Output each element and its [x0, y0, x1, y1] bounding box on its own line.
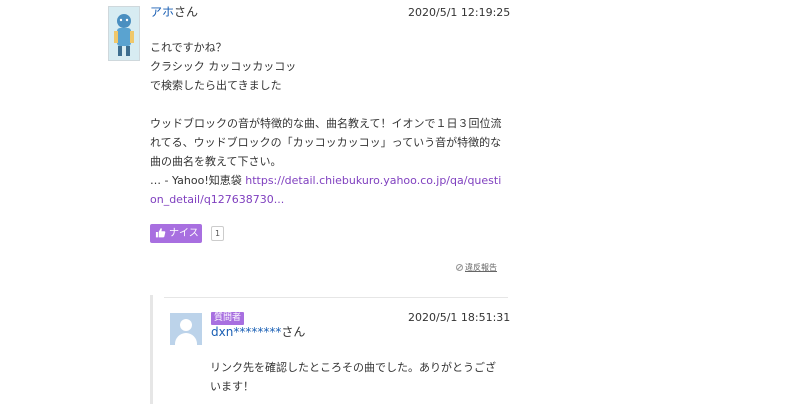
prohibited-icon	[456, 264, 463, 271]
nice-count: 1	[211, 226, 224, 241]
asker-name-suffix: さん	[281, 325, 306, 339]
reply-body: リンク先を確認したところその曲でした。ありがとうございます！	[210, 358, 500, 396]
answerer-name-suffix: さん	[174, 5, 199, 19]
reply-date: 2020/5/1 18:51:31	[408, 311, 511, 324]
thumbs-up-icon	[155, 228, 166, 238]
reply-text: リンク先を確認したところその曲でした。ありがとうございます！	[210, 361, 496, 393]
answerer-name: アホさん	[150, 5, 198, 19]
source-prefix: … - Yahoo!知恵袋	[150, 174, 246, 187]
quoted-question: ウッドブロックの音が特徴的な曲、曲名教えて！イオンで１日３回位流れてる、ウッドブ…	[150, 117, 502, 168]
default-user-body-icon	[175, 333, 197, 345]
report-label: 違反報告	[465, 263, 497, 272]
source-citation: … - Yahoo!知恵袋 https://detail.chiebukuro.…	[150, 171, 502, 209]
nice-label: ナイス	[169, 228, 199, 239]
answer-line: クラシック カッコッカッコッ	[150, 60, 297, 73]
answer-body: これですかね？ クラシック カッコッカッコッ で検索したら出てきました ウッドブ…	[150, 38, 502, 209]
report-link[interactable]: 違反報告	[456, 262, 497, 274]
default-user-head-icon	[180, 319, 192, 331]
reply-indent-bar	[150, 295, 153, 404]
answer-date: 2020/5/1 12:19:25	[408, 6, 511, 19]
asker-badge: 質問者	[211, 312, 245, 325]
answerer-avatar[interactable]	[108, 6, 140, 61]
answer-line: で検索したら出てきました	[150, 79, 282, 92]
asker-name: dxn********さん	[211, 325, 305, 339]
nice-button[interactable]: ナイス	[150, 224, 202, 243]
asker-avatar[interactable]	[170, 313, 202, 345]
answerer-name-link[interactable]: アホ	[150, 5, 174, 19]
answer-line: これですかね？	[150, 41, 227, 54]
character-illustration	[109, 7, 139, 60]
reply-divider	[164, 297, 508, 298]
asker-name-link[interactable]: dxn********	[211, 325, 281, 339]
